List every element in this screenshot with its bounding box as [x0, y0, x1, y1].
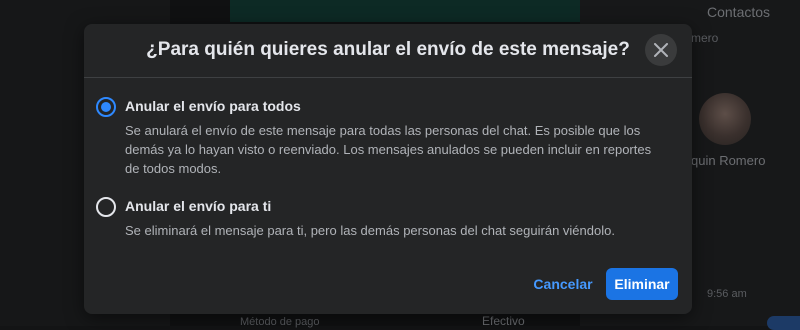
close-button[interactable] — [645, 34, 677, 66]
radio-button[interactable] — [96, 197, 116, 217]
option-label: Anular el envío para todos — [125, 98, 301, 114]
dialog-title: ¿Para quién quieres anular el envío de e… — [146, 39, 630, 60]
option-description: Se eliminará el mensaje para ti, pero la… — [125, 223, 615, 238]
background-chat-header — [230, 0, 580, 22]
message-timestamp: 9:56 am — [707, 288, 747, 300]
cancel-button[interactable]: Cancelar — [528, 268, 598, 300]
contacts-heading: Contactos — [707, 4, 771, 20]
payment-method-label: Método de pago — [240, 316, 320, 328]
contact-name-partial: quin Romero — [691, 153, 766, 168]
dialog-header: ¿Para quién quieres anular el envío de e… — [84, 24, 692, 78]
background-badge — [767, 316, 800, 330]
option-label: Anular el envío para ti — [125, 198, 272, 214]
delete-button[interactable]: Eliminar — [606, 268, 678, 300]
contact-name-partial: mero — [691, 31, 719, 45]
close-icon — [654, 43, 668, 57]
option-description: Se anulará el envío de este mensaje para… — [125, 123, 652, 176]
avatar — [699, 93, 751, 145]
radio-button-selected[interactable] — [96, 97, 116, 117]
unsend-message-dialog: ¿Para quién quieres anular el envío de e… — [84, 24, 692, 314]
